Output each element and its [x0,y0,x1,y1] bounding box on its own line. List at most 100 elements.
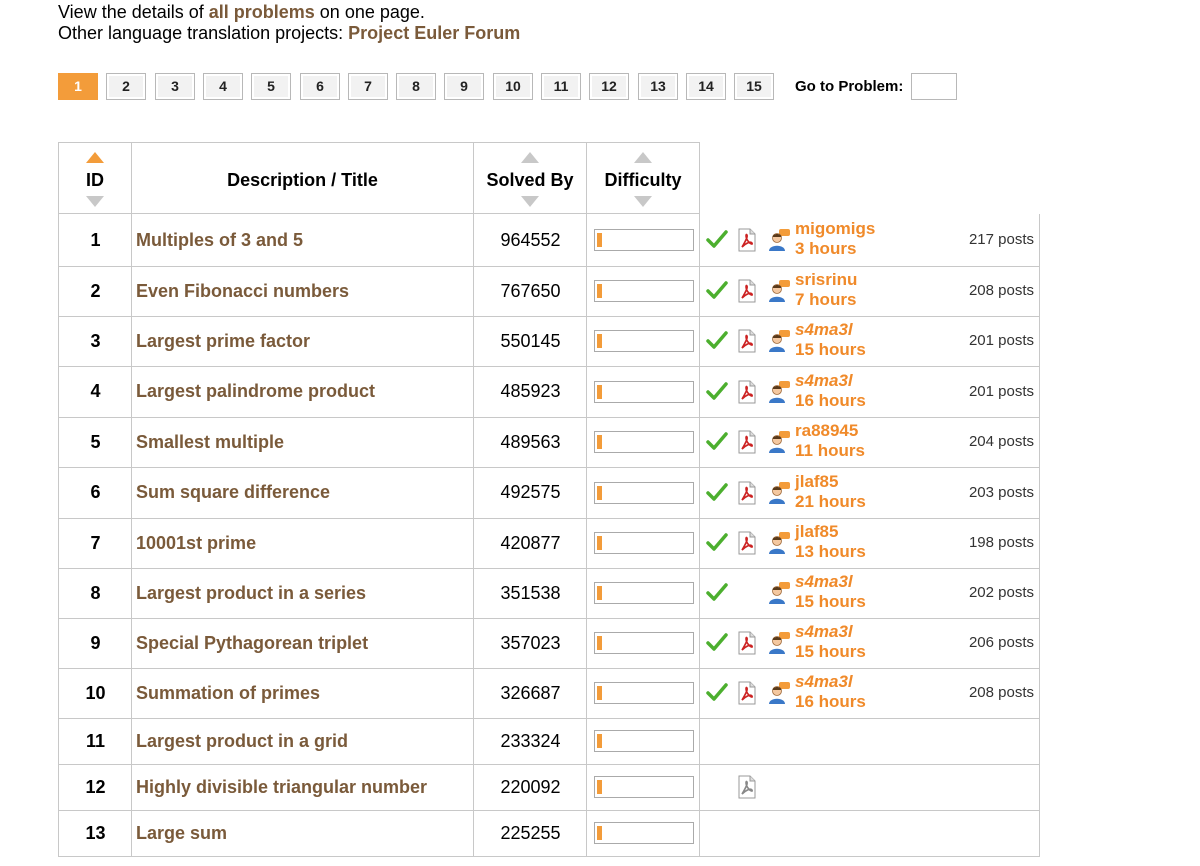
problem-title-link[interactable]: Highly divisible triangular number [131,764,474,811]
page-button-9[interactable]: 9 [444,73,484,100]
pdf-icon[interactable] [736,279,758,308]
pdf-icon[interactable] [736,329,758,358]
forum-posts-count[interactable]: 202 posts [969,584,1034,601]
activity-icons [706,430,796,454]
user-forum-icon[interactable] [768,329,792,358]
solved-by-count: 225255 [473,810,587,857]
header-id[interactable]: ID [58,142,132,214]
header-difficulty[interactable]: Difficulty [586,142,700,214]
last-solver-name[interactable]: ra88945 [795,421,858,441]
last-solver-name[interactable]: s4ma3l [795,622,853,642]
page-button-8[interactable]: 8 [396,73,436,100]
problem-title-link[interactable]: Large sum [131,810,474,857]
pdf-icon[interactable] [736,430,758,459]
pdf-icon[interactable] [736,681,758,710]
solved-check-icon [706,581,728,608]
solved-check-icon [706,380,728,407]
last-solver-name[interactable]: s4ma3l [795,672,853,692]
forum-posts-count[interactable]: 204 posts [969,433,1034,450]
last-solver-name[interactable]: srisrinu [795,270,857,290]
problem-title-link[interactable]: Smallest multiple [131,417,474,468]
forum-posts-count[interactable]: 198 posts [969,534,1034,551]
page-button-10[interactable]: 10 [493,73,533,100]
page-button-3[interactable]: 3 [155,73,195,100]
last-solver-name[interactable]: s4ma3l [795,320,853,340]
header-title[interactable]: Description / Title [131,142,474,214]
problem-title-link[interactable]: Largest palindrome product [131,366,474,418]
user-forum-icon[interactable] [768,228,792,257]
problem-title-link[interactable]: Summation of primes [131,668,474,719]
last-solver-name[interactable]: s4ma3l [795,572,853,592]
forum-posts-count[interactable]: 217 posts [969,231,1034,248]
pdf-icon[interactable] [736,775,758,804]
problem-id: 7 [58,518,132,569]
last-solver-time: 16 hours [795,692,866,711]
header-label-solved: Solved By [486,170,574,190]
sort-descending-icon[interactable] [86,196,104,207]
difficulty-cell [586,518,700,569]
sort-descending-icon[interactable] [521,196,539,207]
problem-title-link[interactable]: Even Fibonacci numbers [131,266,474,317]
page-button-14[interactable]: 14 [686,73,726,100]
difficulty-bar [594,229,694,251]
last-solver-name[interactable]: jlaf85 [795,522,838,542]
problem-title-link[interactable]: Largest product in a series [131,568,474,619]
header-solved-by[interactable]: Solved By [473,142,587,214]
page-button-4[interactable]: 4 [203,73,243,100]
difficulty-bar-fill [597,385,602,399]
forum-posts-count[interactable]: 201 posts [969,332,1034,349]
difficulty-cell [586,417,700,468]
problem-title-link[interactable]: Sum square difference [131,467,474,519]
problem-id: 10 [58,668,132,719]
user-forum-icon[interactable] [768,279,792,308]
user-forum-icon[interactable] [768,481,792,510]
problem-title-link[interactable]: Multiples of 3 and 5 [131,214,474,267]
pdf-icon[interactable] [736,481,758,510]
last-solver-name[interactable]: jlaf85 [795,472,838,492]
problem-id: 4 [58,366,132,418]
problem-title-link[interactable]: Largest prime factor [131,316,474,367]
page-button-6[interactable]: 6 [300,73,340,100]
pdf-icon[interactable] [736,228,758,257]
page-button-5[interactable]: 5 [251,73,291,100]
difficulty-bar [594,730,694,752]
problem-title-link[interactable]: 10001st prime [131,518,474,569]
user-forum-icon[interactable] [768,631,792,660]
last-solver-name[interactable]: migomigs [795,219,875,239]
pdf-icon[interactable] [736,631,758,660]
problem-title-link[interactable]: Largest product in a grid [131,718,474,765]
sort-ascending-icon[interactable] [521,152,539,163]
page-button-1[interactable]: 1 [58,73,98,100]
page-button-7[interactable]: 7 [348,73,388,100]
problem-title-link[interactable]: Special Pythagorean triplet [131,618,474,669]
go-to-problem-input[interactable] [911,73,957,100]
forum-posts-count[interactable]: 208 posts [969,282,1034,299]
last-solver-time: 16 hours [795,391,866,410]
page-button-2[interactable]: 2 [106,73,146,100]
all-problems-link[interactable]: all problems [209,2,315,22]
user-forum-icon[interactable] [768,531,792,560]
page-button-12[interactable]: 12 [589,73,629,100]
page-button-15[interactable]: 15 [734,73,774,100]
problem-id: 1 [58,214,132,267]
page-button-11[interactable]: 11 [541,73,581,100]
forum-posts-count[interactable]: 203 posts [969,484,1034,501]
forum-posts-count[interactable]: 201 posts [969,383,1034,400]
pdf-icon[interactable] [736,380,758,409]
sort-ascending-icon[interactable] [86,152,104,163]
last-solver-name[interactable]: s4ma3l [795,371,853,391]
pdf-icon[interactable] [736,531,758,560]
forum-link[interactable]: Project Euler Forum [348,23,520,43]
user-forum-icon[interactable] [768,380,792,409]
sort-ascending-icon[interactable] [634,152,652,163]
activity-icons [706,380,796,404]
page-button-13[interactable]: 13 [638,73,678,100]
user-forum-icon[interactable] [768,581,792,610]
user-forum-icon[interactable] [768,430,792,459]
forum-posts-count[interactable]: 206 posts [969,634,1034,651]
user-forum-icon[interactable] [768,681,792,710]
forum-posts-count[interactable]: 208 posts [969,684,1034,701]
sort-descending-icon[interactable] [634,196,652,207]
solved-by-count: 489563 [473,417,587,468]
problem-id: 11 [58,718,132,765]
